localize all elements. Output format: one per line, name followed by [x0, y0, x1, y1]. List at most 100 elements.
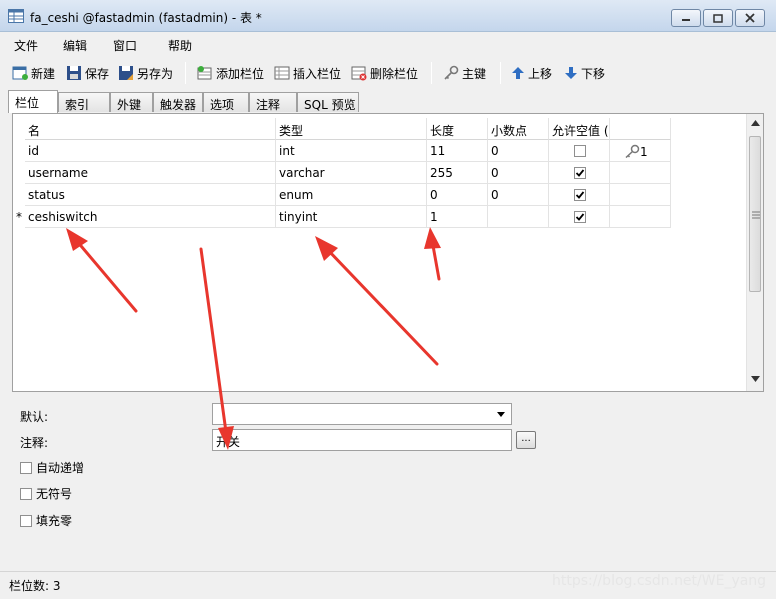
new-button[interactable]: 新建 — [12, 63, 55, 83]
save-as-button[interactable]: 另存为 — [118, 63, 173, 83]
nullable-checkbox[interactable] — [574, 145, 586, 157]
header-type[interactable]: 类型 — [276, 118, 427, 140]
field-type-cell[interactable]: enum — [276, 184, 427, 206]
zerofill-label: 填充零 — [36, 514, 73, 528]
field-decimals-cell[interactable]: 0 — [488, 162, 549, 184]
nullable-checkbox[interactable] — [574, 167, 586, 179]
tab-options[interactable]: 选项 — [203, 92, 249, 112]
field-key-cell — [610, 162, 671, 184]
insert-field-icon — [274, 66, 290, 80]
auto-increment-checkbox[interactable] — [20, 461, 32, 474]
move-down-button[interactable]: 下移 — [564, 63, 605, 83]
menu-bar: 文件 编辑 窗口 帮助 — [0, 33, 776, 55]
grip-icon — [752, 211, 760, 219]
field-decimals-cell[interactable] — [488, 206, 549, 228]
default-select[interactable] — [212, 403, 512, 425]
tab-indexes[interactable]: 索引 — [58, 92, 110, 112]
unsigned-checkbox[interactable] — [20, 487, 32, 500]
tab-foreign-keys[interactable]: 外键 — [110, 92, 153, 112]
tab-strip: 栏位 索引 外键 触发器 选项 注释 SQL 预览 — [8, 90, 768, 113]
add-field-label: 添加栏位 — [216, 66, 265, 81]
row-marker — [13, 140, 25, 162]
title-bar: fa_ceshi @fastadmin (fastadmin) - 表 * — [0, 0, 776, 32]
field-decimals-cell[interactable]: 0 — [488, 184, 549, 206]
table-app-icon — [8, 9, 24, 23]
zerofill-checkbox[interactable] — [20, 514, 32, 527]
insert-field-button[interactable]: 插入栏位 — [274, 63, 341, 83]
menu-window[interactable]: 窗口 — [113, 37, 137, 54]
minimize-button[interactable] — [671, 9, 701, 27]
save-button[interactable]: 保存 — [66, 63, 109, 83]
toolbar-separator — [185, 62, 186, 84]
field-decimals-cell[interactable]: 0 — [488, 140, 549, 162]
row-marker — [13, 162, 25, 184]
close-button[interactable] — [735, 9, 765, 27]
save-as-icon — [119, 66, 133, 80]
comment-field[interactable]: 开关 — [212, 429, 512, 451]
field-length-cell[interactable]: 0 — [427, 184, 488, 206]
primary-key-label: 主键 — [462, 66, 487, 81]
move-up-label: 上移 — [528, 66, 553, 81]
field-name-cell[interactable]: ceshiswitch — [25, 206, 276, 228]
maximize-button[interactable] — [703, 9, 733, 27]
new-table-icon — [12, 66, 28, 80]
scrollbar-thumb[interactable] — [749, 136, 761, 292]
checkmark-icon — [575, 213, 585, 221]
scroll-up-icon[interactable] — [751, 120, 760, 126]
header-nullable[interactable]: 允许空值 ( — [549, 118, 610, 140]
menu-help[interactable]: 帮助 — [168, 37, 192, 54]
move-up-button[interactable]: 上移 — [511, 63, 552, 83]
header-key[interactable] — [610, 118, 671, 140]
header-name[interactable]: 名 — [25, 118, 276, 140]
nullable-checkbox[interactable] — [574, 211, 586, 223]
header-length[interactable]: 长度 — [427, 118, 488, 140]
unsigned-label: 无符号 — [36, 487, 73, 501]
save-label: 保存 — [85, 66, 110, 81]
default-label: 默认: — [20, 410, 49, 424]
maximize-icon — [713, 13, 723, 23]
tab-indexes-label: 索引 — [65, 98, 90, 112]
field-nullable-cell — [549, 140, 610, 162]
menu-file[interactable]: 文件 — [14, 37, 38, 54]
auto-increment-option[interactable]: 自动递增 — [20, 459, 84, 476]
checkmark-icon — [575, 191, 585, 199]
new-label: 新建 — [31, 66, 56, 81]
primary-key-icon — [625, 144, 640, 159]
toolbar-separator — [500, 62, 501, 84]
field-type-cell[interactable]: int — [276, 140, 427, 162]
tab-sql-preview[interactable]: SQL 预览 — [297, 92, 359, 112]
toolbar: 新建 保存 另存为 添加栏位 插入栏位 删除栏位 主键 上移 下移 — [0, 58, 776, 88]
field-length-cell[interactable]: 1 — [427, 206, 488, 228]
tab-triggers[interactable]: 触发器 — [153, 92, 203, 112]
field-key-cell — [610, 206, 671, 228]
field-type-cell[interactable]: tinyint — [276, 206, 427, 228]
zerofill-option[interactable]: 填充零 — [20, 512, 72, 529]
unsigned-option[interactable]: 无符号 — [20, 485, 72, 502]
field-length-cell[interactable]: 255 — [427, 162, 488, 184]
checkmark-icon — [575, 169, 585, 177]
tab-fields[interactable]: 栏位 — [8, 90, 58, 113]
nullable-checkbox[interactable] — [574, 189, 586, 201]
delete-field-button[interactable]: 删除栏位 — [351, 63, 418, 83]
toolbar-separator — [431, 62, 432, 84]
browse-button[interactable]: ... — [516, 431, 536, 449]
menu-edit[interactable]: 编辑 — [63, 37, 87, 54]
field-type-cell[interactable]: varchar — [276, 162, 427, 184]
field-name-cell[interactable]: id — [25, 140, 276, 162]
auto-increment-label: 自动递增 — [36, 461, 85, 475]
tab-fields-label: 栏位 — [15, 96, 40, 110]
vertical-scrollbar[interactable] — [746, 114, 763, 391]
tab-comment[interactable]: 注释 — [249, 92, 297, 112]
tab-triggers-label: 触发器 — [160, 98, 197, 112]
tab-foreign-keys-label: 外键 — [117, 98, 142, 112]
key-icon — [444, 65, 459, 80]
primary-key-button[interactable]: 主键 — [443, 63, 486, 83]
header-decimals[interactable]: 小数点 — [488, 118, 549, 140]
fields-grid: 名 类型 长度 小数点 允许空值 ( id int 11 0 1 usernam… — [12, 113, 764, 392]
field-name-cell[interactable]: username — [25, 162, 276, 184]
field-properties: 默认: 注释: 开关 ... 自动递增 无符号 填充零 — [12, 395, 764, 565]
field-length-cell[interactable]: 11 — [427, 140, 488, 162]
field-name-cell[interactable]: status — [25, 184, 276, 206]
add-field-button[interactable]: 添加栏位 — [197, 63, 264, 83]
scroll-down-icon[interactable] — [751, 376, 760, 382]
